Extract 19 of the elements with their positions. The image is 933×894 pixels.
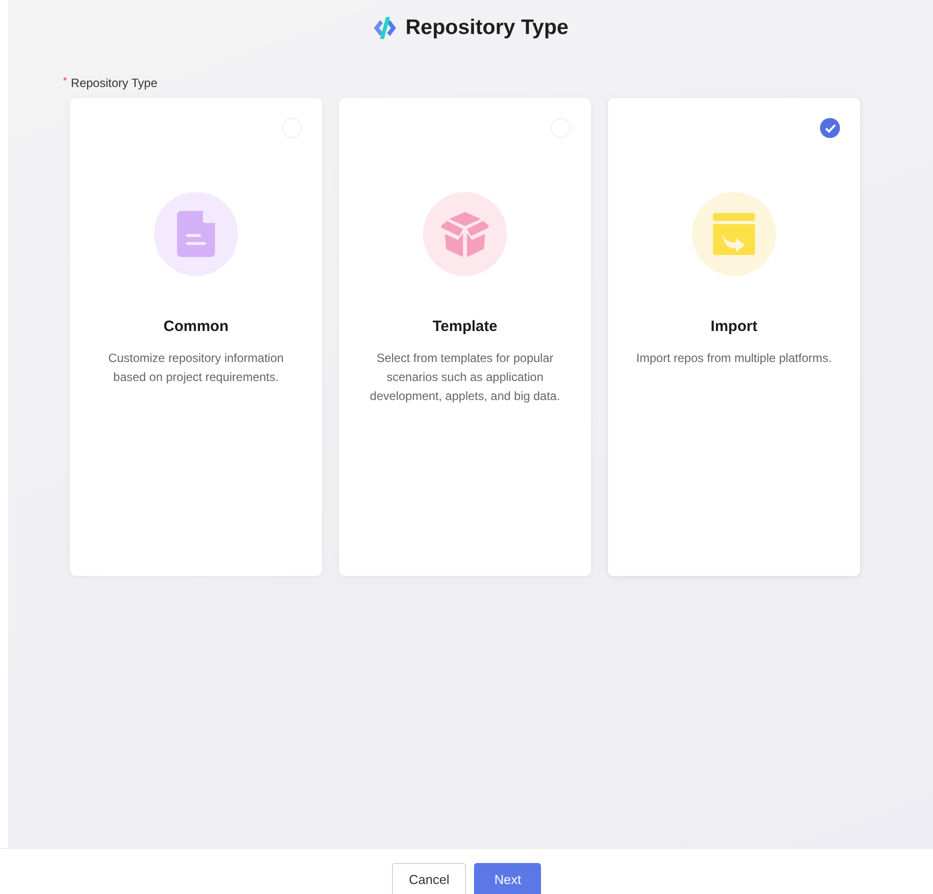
page-title: Repository Type bbox=[406, 16, 568, 40]
check-icon[interactable] bbox=[820, 118, 840, 138]
box-icon bbox=[440, 212, 490, 256]
option-card[interactable]: Common Customize repository information based on project requirements. bbox=[70, 98, 322, 576]
cancel-button[interactable]: Cancel bbox=[392, 863, 466, 894]
next-button[interactable]: Next bbox=[474, 863, 542, 894]
card-description: Customize repository information based on project requirements. bbox=[107, 350, 285, 386]
document-icon bbox=[177, 211, 215, 257]
logo-icon bbox=[372, 17, 396, 39]
import-icon bbox=[713, 213, 755, 255]
card-description: Import repos from multiple platforms. bbox=[635, 350, 833, 367]
required-mark: * bbox=[63, 76, 67, 89]
card-title: Common bbox=[164, 318, 228, 335]
card-title: Template bbox=[432, 318, 498, 335]
option-card[interactable]: Template Select from templates for popular scenarios such as application development, applets, and big data. bbox=[339, 98, 591, 576]
field-label: Repository Type bbox=[70, 76, 158, 90]
card-description: Select from templates for popular scenarios such as application development, applets, and big data. bbox=[368, 350, 562, 405]
option-card[interactable]: Import Import repos from multiple platforms. bbox=[608, 98, 860, 576]
card-title: Import bbox=[710, 318, 758, 335]
